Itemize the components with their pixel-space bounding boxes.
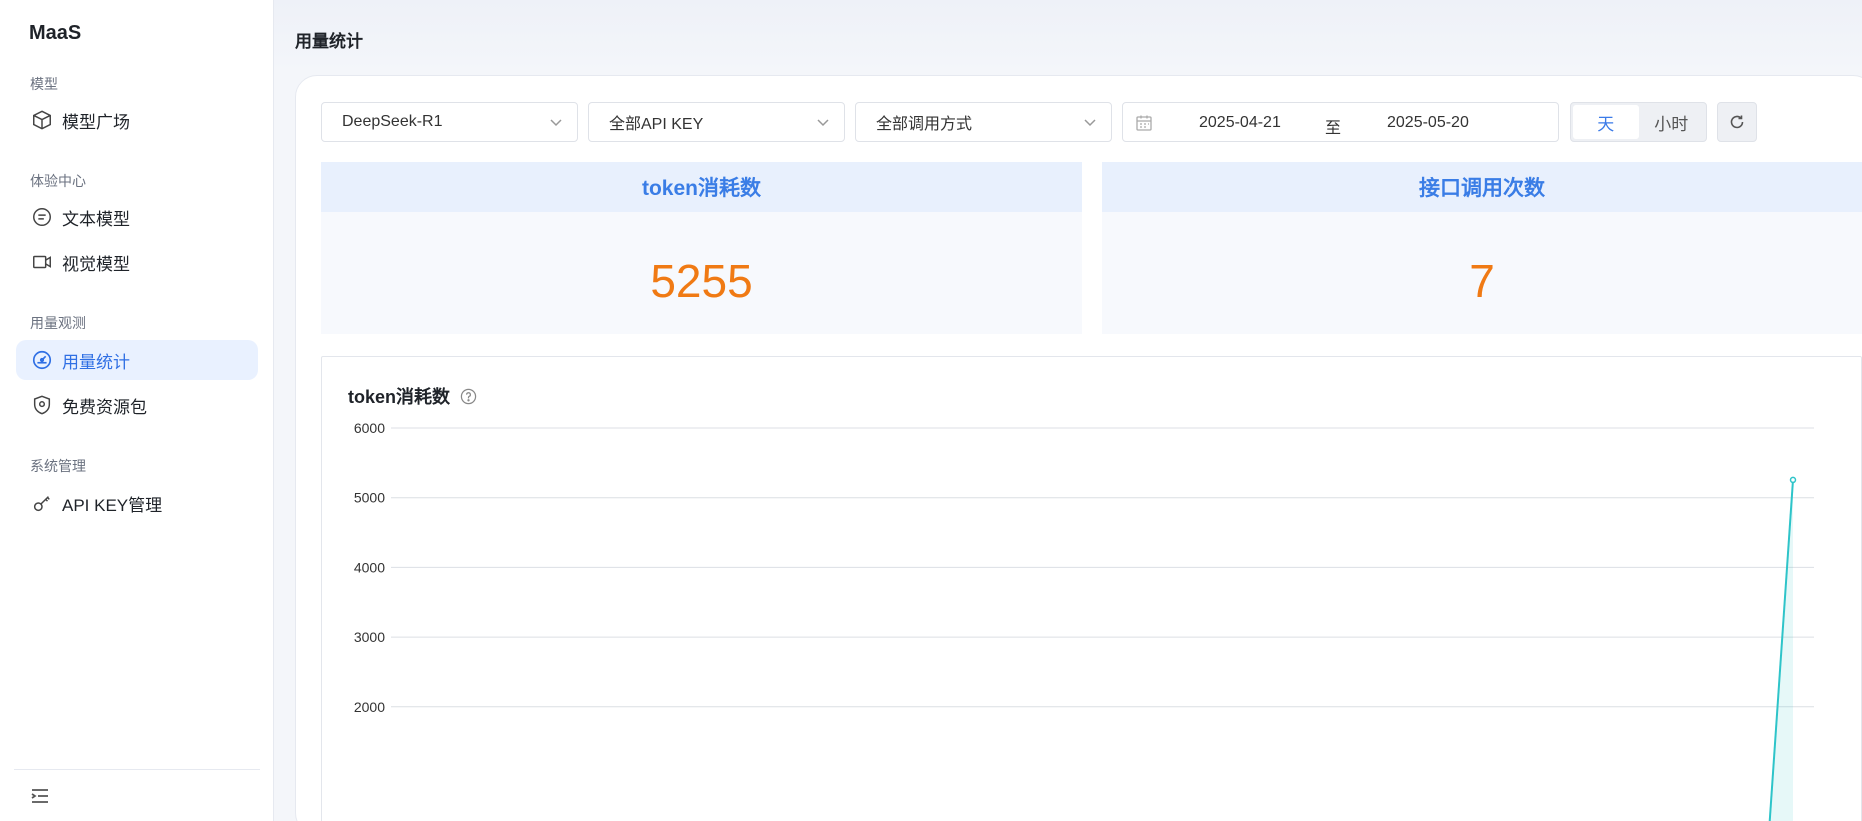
chevron-down-icon (550, 119, 562, 127)
sidebar-item-label: 视觉模型 (62, 254, 130, 274)
nav-group-title-usage: 用量观测 (30, 315, 86, 331)
sidebar-item-label: 模型广场 (62, 112, 130, 132)
nav-group-title-model: 模型 (30, 76, 58, 92)
calls-stat-title: 接口调用次数 (1102, 162, 1862, 212)
sidebar-footer (14, 769, 260, 821)
sidebar-item-label: API KEY管理 (62, 495, 163, 515)
y-tick-label: 6000 (354, 420, 385, 436)
granularity-day[interactable]: 天 (1573, 105, 1639, 139)
page-title: 用量统计 (295, 32, 363, 51)
y-tick-label: 4000 (354, 559, 385, 575)
collapse-menu-icon[interactable] (28, 784, 52, 808)
shield-icon (30, 393, 54, 417)
sidebar-item-free-package[interactable]: 免费资源包 (16, 385, 258, 425)
date-end[interactable]: 2025-05-20 (1387, 114, 1469, 132)
call-method-select[interactable]: 全部调用方式 (855, 102, 1112, 142)
video-camera-icon (30, 250, 54, 274)
api-key-select-value: 全部API KEY (609, 116, 704, 133)
sidebar-item-usage-stats[interactable]: 用量统计 (16, 340, 258, 380)
granularity-toggle: 天 小时 (1570, 102, 1707, 142)
gauge-icon (30, 348, 54, 372)
refresh-icon (1730, 115, 1744, 129)
page-header: 用量统计 (274, 0, 1862, 74)
sidebar: MaaS 模型 模型广场 体验中心 文本模型 视觉模型 用量观测 用量统计 免费… (0, 0, 274, 821)
help-icon[interactable] (460, 388, 477, 405)
chat-bubble-icon (30, 205, 54, 229)
token-chart-card: 2000 3000 4000 5000 6000 token消耗数 (321, 356, 1862, 821)
sidebar-item-api-key[interactable]: API KEY管理 (16, 483, 258, 523)
chart-title: token消耗数 (348, 383, 477, 409)
token-stat-title: token消耗数 (321, 162, 1082, 212)
date-range-picker[interactable]: 2025-04-21 至 2025-05-20 (1122, 102, 1559, 142)
granularity-hour[interactable]: 小时 (1639, 105, 1705, 139)
token-stat-value: 5255 (650, 255, 753, 307)
nav-group-title-system: 系统管理 (30, 458, 86, 474)
sidebar-item-vision-model[interactable]: 视觉模型 (16, 242, 258, 282)
brand-logo: MaaS (29, 22, 82, 44)
date-separator: 至 (1325, 120, 1342, 137)
call-method-select-value: 全部调用方式 (876, 116, 973, 133)
model-select-value: DeepSeek-R1 (342, 113, 443, 130)
refresh-button[interactable] (1717, 102, 1757, 142)
sidebar-item-text-model[interactable]: 文本模型 (16, 197, 258, 237)
calendar-icon (1136, 115, 1152, 131)
data-point (1789, 476, 1797, 484)
sidebar-item-model-square[interactable]: 模型广场 (16, 100, 258, 140)
calls-stat-value: 7 (1469, 255, 1495, 307)
cube-icon (30, 108, 54, 132)
nav-group-title-experience: 体验中心 (30, 173, 86, 189)
api-key-select[interactable]: 全部API KEY (588, 102, 845, 142)
y-tick-label: 3000 (354, 629, 385, 645)
y-tick-label: 5000 (354, 490, 385, 506)
token-stat-card: token消耗数 5255 (321, 162, 1082, 334)
chevron-down-icon (817, 119, 829, 127)
chart-title-text: token消耗数 (348, 387, 451, 407)
date-start[interactable]: 2025-04-21 (1199, 114, 1281, 132)
y-tick-label: 2000 (354, 699, 385, 715)
sidebar-item-label: 用量统计 (62, 352, 130, 372)
key-icon (30, 491, 54, 515)
sidebar-item-label: 文本模型 (62, 209, 130, 229)
chevron-down-icon (1084, 119, 1096, 127)
token-line-chart: 2000 3000 4000 5000 6000 (354, 420, 1814, 821)
model-select[interactable]: DeepSeek-R1 (321, 102, 578, 142)
calls-stat-card: 接口调用次数 7 (1102, 162, 1862, 334)
sidebar-item-label: 免费资源包 (62, 397, 147, 417)
